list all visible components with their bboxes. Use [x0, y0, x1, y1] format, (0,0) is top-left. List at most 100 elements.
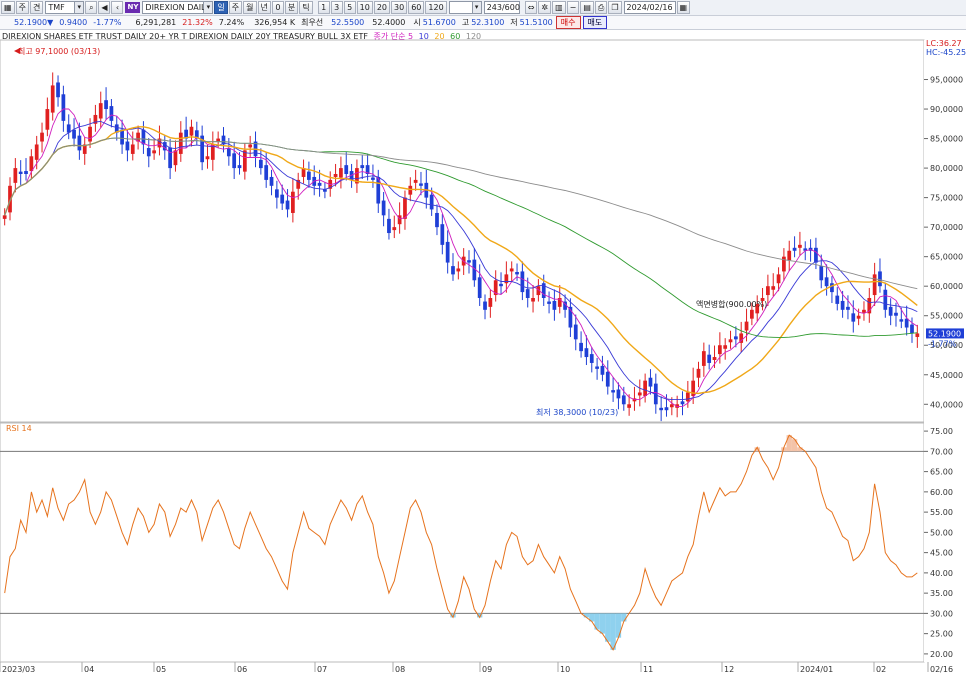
tab-daily[interactable]: 일 [214, 1, 228, 14]
candle-body [605, 371, 610, 387]
candle-body [915, 333, 920, 337]
chart-canvas[interactable]: 95,0000 90,0000 85,0000 80,0000 75,0000 70,00… [0, 30, 966, 675]
tab-yearly[interactable]: 년 [257, 1, 271, 14]
x-axis-label: 12 [724, 665, 734, 674]
x-axis-label: 04 [84, 665, 94, 674]
toggle-icon[interactable]: ⇔ [524, 1, 538, 14]
symbol-input[interactable]: TMF [45, 1, 76, 14]
fill-icon[interactable]: ▥ [552, 1, 566, 14]
candle-body [862, 309, 866, 313]
candle-body [232, 153, 237, 169]
low-annotation: 최저 38,3000 (10/23) [536, 407, 618, 417]
exchange-badge: NY [125, 2, 141, 13]
save-icon[interactable]: ▤ [580, 1, 594, 14]
candle-body [888, 306, 893, 316]
candle-body [910, 324, 914, 334]
candle-body [547, 301, 551, 304]
tab-monthly[interactable]: 월 [243, 1, 257, 14]
tab-minute[interactable]: 분 [284, 1, 299, 14]
chevron-down-icon[interactable]: ▾ [75, 1, 85, 14]
candle-body [226, 148, 231, 157]
search-icon[interactable]: ⌕ [85, 1, 98, 14]
date-field[interactable]: 2024/02/16 [623, 1, 676, 14]
interval-1[interactable]: 1 [317, 1, 330, 14]
candle-body [894, 312, 898, 316]
price-tick-label: 85,0000 [930, 135, 963, 144]
candle-body [125, 141, 130, 151]
candle-body [258, 159, 263, 169]
count-field[interactable]: 243/600 [483, 1, 520, 14]
calendar-icon[interactable]: ▦ [676, 1, 691, 14]
tab-weekly[interactable]: 주 [228, 1, 243, 14]
prev-icon[interactable]: ‹ [111, 1, 124, 14]
interval-5[interactable]: 5 [343, 1, 356, 14]
candle-body [435, 212, 439, 228]
candle-body [643, 380, 648, 397]
rsi-oversold-fill [599, 613, 606, 634]
rsi-title: RSI 14 [6, 424, 32, 433]
price-change-pct: -1.77% [93, 18, 122, 27]
candle-body [264, 165, 269, 180]
candle-body [45, 109, 50, 130]
rsi-oversold-fill [621, 613, 627, 622]
copy-icon[interactable]: ❐ [608, 1, 622, 14]
x-axis-label: 2024/01 [800, 665, 833, 674]
candle-body [680, 401, 685, 405]
candle-body [509, 268, 514, 272]
candle-body [173, 150, 178, 166]
sound-icon[interactable]: ◀ [98, 1, 111, 14]
candle-body [146, 148, 151, 157]
buy-button[interactable]: 매수 [555, 16, 581, 29]
candle-body [552, 300, 557, 310]
symbol-name-field[interactable]: DIREXION DAILY [142, 1, 209, 14]
candle-body [904, 318, 909, 328]
candle-body [285, 200, 290, 210]
grid-icon[interactable]: ▦ [1, 1, 15, 14]
period-selector-b[interactable]: 견 [29, 1, 44, 14]
interval-custom-input[interactable] [448, 1, 473, 14]
current-price-tag: 52.1900 [928, 329, 961, 338]
candle-body [600, 365, 605, 375]
chevron-down-icon[interactable]: ▾ [472, 1, 482, 14]
x-axis-label: 10 [560, 665, 570, 674]
candle-body [387, 218, 391, 234]
interval-60[interactable]: 60 [408, 1, 425, 14]
candle-body [488, 298, 493, 307]
candle-body [766, 286, 770, 296]
print-icon[interactable]: ⎙ [594, 1, 608, 14]
rsi-tick-label: 70.00 [930, 447, 953, 456]
rsi-tick-label: 35.00 [930, 589, 953, 598]
interval-120[interactable]: 120 [425, 1, 447, 14]
candle-body [824, 277, 829, 287]
chevron-down-icon[interactable]: ▾ [204, 1, 214, 14]
candle-body [18, 171, 23, 174]
candle-body [339, 168, 343, 178]
interval-10[interactable]: 10 [356, 1, 373, 14]
x-axis-label: 02 [876, 665, 886, 674]
interval-30[interactable]: 30 [391, 1, 408, 14]
candle-body [291, 191, 295, 213]
tab-zero[interactable]: 0 [271, 1, 284, 14]
open-label: 시 [413, 18, 421, 27]
candle-body [392, 227, 397, 231]
candle-body [659, 407, 664, 411]
tab-tick[interactable]: 틱 [299, 1, 313, 14]
period-selector-a[interactable]: 주 [15, 1, 29, 14]
current-change-tag: -1.77% [928, 339, 957, 348]
settings-icon[interactable]: ✲ [538, 1, 552, 14]
candle-body [595, 366, 599, 369]
rsi-tick-label: 55.00 [930, 508, 953, 517]
candle-body [205, 156, 210, 160]
open-price: 51.6700 [422, 18, 456, 27]
shrink-icon[interactable]: − [566, 1, 580, 14]
candle-body [413, 179, 418, 183]
x-axis-label: 07 [317, 665, 327, 674]
candle-body [520, 271, 525, 293]
interval-3[interactable]: 3 [330, 1, 343, 14]
interval-20[interactable]: 20 [373, 1, 391, 14]
x-axis-label: 11 [643, 665, 653, 674]
rsi-tick-label: 50.00 [930, 528, 953, 537]
candle-body [483, 301, 487, 310]
sell-button[interactable]: 매도 [582, 16, 608, 29]
price-change: 0.9400 [59, 18, 88, 27]
